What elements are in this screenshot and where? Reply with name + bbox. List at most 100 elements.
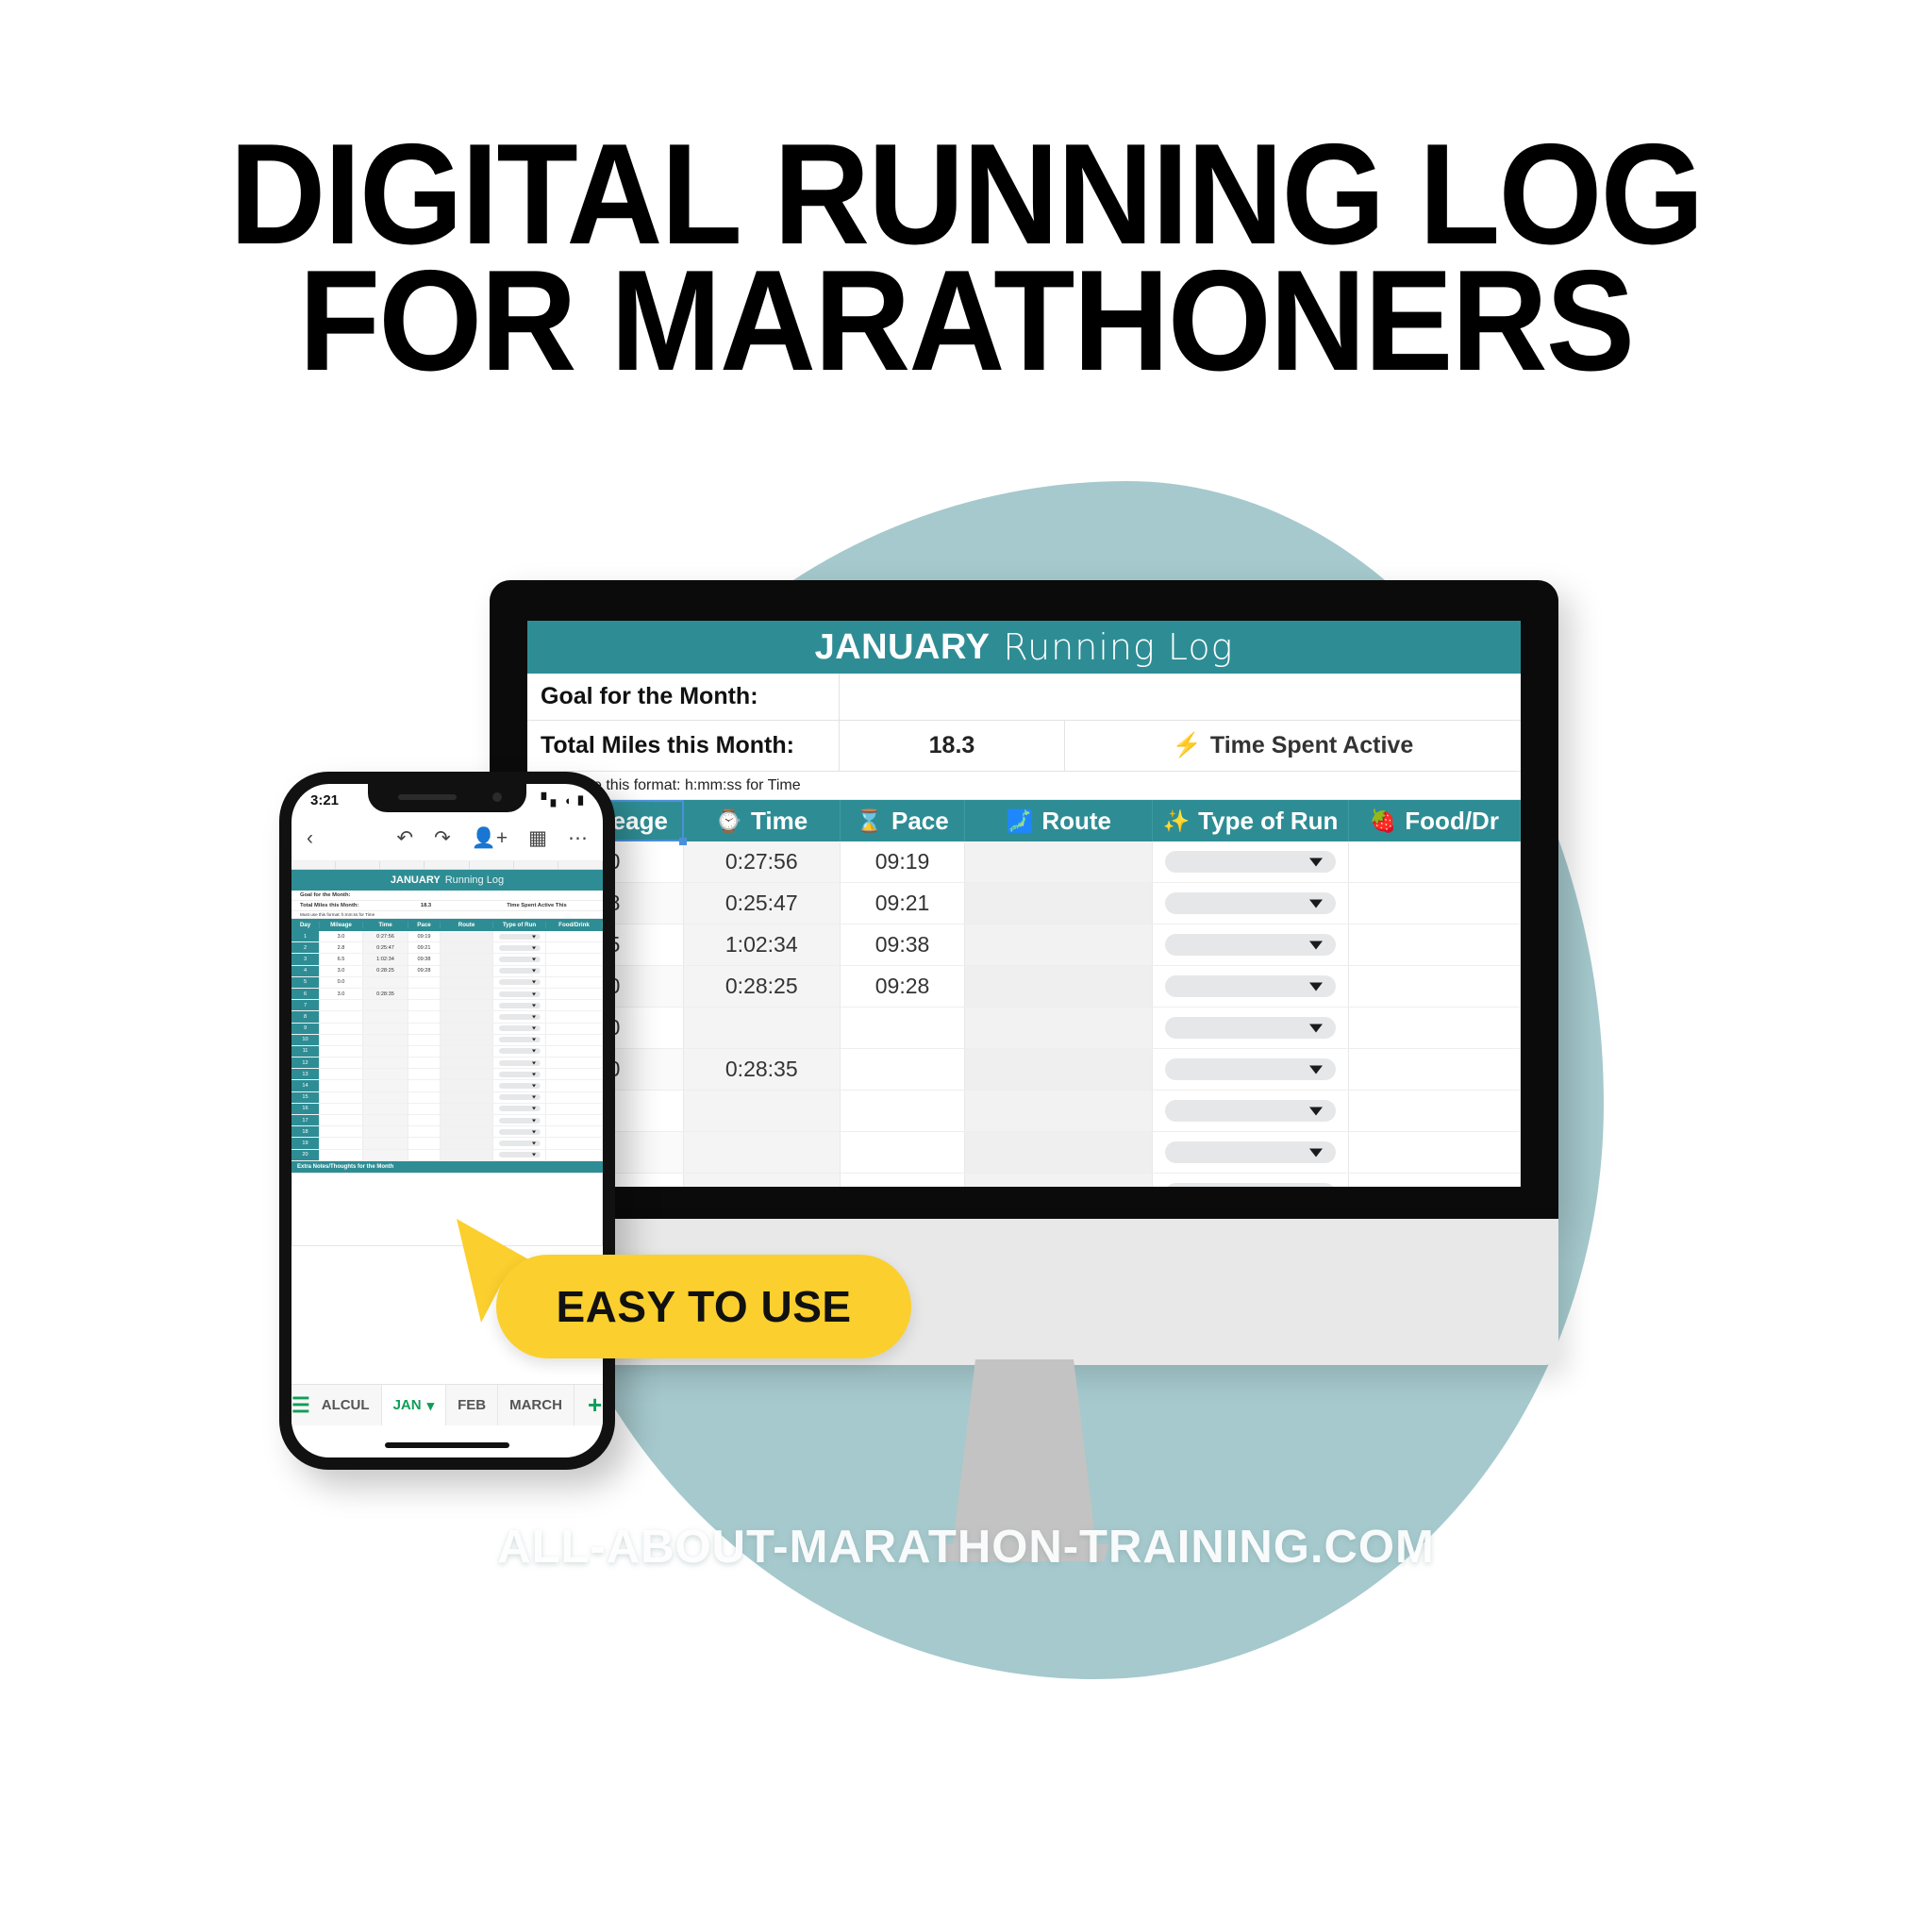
phone-cell-type[interactable] <box>493 942 546 954</box>
cell-food-drink[interactable] <box>1348 924 1521 965</box>
phone-cell-type[interactable] <box>493 988 546 1000</box>
cell-pace[interactable] <box>840 1091 966 1131</box>
type-of-run-dropdown[interactable] <box>1164 934 1337 956</box>
sheet-tab-jan[interactable]: JAN ▾ <box>381 1385 447 1425</box>
phone-cell-pace[interactable] <box>408 1091 441 1103</box>
table-row[interactable] <box>527 1091 1521 1132</box>
phone-type-dropdown[interactable] <box>498 1013 541 1020</box>
sheet-tab-feb[interactable]: FEB <box>446 1385 499 1425</box>
phone-cell-type[interactable] <box>493 1149 546 1160</box>
cell-route[interactable] <box>965 1174 1154 1187</box>
phone-table-row[interactable]: 20 <box>291 1149 603 1161</box>
phone-cell-route[interactable] <box>441 976 493 988</box>
phone-cell-mileage[interactable] <box>320 1091 363 1103</box>
sheet-tab-calculator[interactable]: ALCUL <box>310 1385 382 1425</box>
phone-cell-mileage[interactable] <box>320 1058 363 1069</box>
phone-table-row[interactable]: 9 <box>291 1023 603 1035</box>
phone-cell-food[interactable] <box>546 1011 603 1023</box>
phone-cell-type[interactable] <box>493 965 546 976</box>
table-row[interactable]: 3.00:27:5609:19 <box>527 841 1521 883</box>
phone-cell-food[interactable] <box>546 1103 603 1114</box>
phone-cell-pace[interactable] <box>408 1058 441 1069</box>
phone-cell-pace[interactable] <box>408 1023 441 1034</box>
phone-table-row[interactable]: 6 3.0 0:28:35 <box>291 988 603 1001</box>
phone-cell-time[interactable] <box>363 1126 408 1138</box>
table-row[interactable] <box>527 1174 1521 1187</box>
phone-cell-pace[interactable]: 09:38 <box>408 954 441 965</box>
phone-table-row[interactable]: 16 <box>291 1103 603 1115</box>
phone-cell-type[interactable] <box>493 954 546 965</box>
column-header-pace[interactable]: ⌛ Pace <box>841 800 966 841</box>
phone-cell-food[interactable] <box>546 1115 603 1126</box>
phone-cell-mileage[interactable] <box>320 1080 363 1091</box>
phone-type-dropdown[interactable] <box>498 1106 541 1112</box>
phone-cell-mileage[interactable] <box>320 1115 363 1126</box>
total-miles-value[interactable]: 18.3 <box>839 721 1065 771</box>
cell-pace[interactable]: 09:38 <box>840 924 966 965</box>
phone-cell-type[interactable] <box>493 931 546 942</box>
type-of-run-dropdown[interactable] <box>1164 892 1337 914</box>
phone-cell-mileage[interactable]: 6.5 <box>320 954 363 965</box>
phone-cell-food[interactable] <box>546 1091 603 1103</box>
phone-cell-time[interactable]: 0:27:56 <box>363 931 408 942</box>
phone-type-dropdown[interactable] <box>498 1140 541 1146</box>
phone-cell-type[interactable] <box>493 1115 546 1126</box>
cell-type-of-run[interactable] <box>1153 841 1349 882</box>
cell-pace[interactable] <box>840 1174 966 1187</box>
phone-cell-time[interactable] <box>363 1000 408 1011</box>
table-row[interactable]: 2.80:25:4709:21 <box>527 883 1521 924</box>
phone-cell-route[interactable] <box>441 1103 493 1114</box>
phone-cell-food[interactable] <box>546 1034 603 1045</box>
phone-type-dropdown[interactable] <box>498 1128 541 1135</box>
phone-cell-pace[interactable] <box>408 1115 441 1126</box>
cell-pace[interactable]: 09:28 <box>840 966 966 1007</box>
cell-food-drink[interactable] <box>1348 883 1521 924</box>
cell-type-of-run[interactable] <box>1153 1091 1349 1131</box>
phone-cell-time[interactable] <box>363 1080 408 1091</box>
phone-table-row[interactable]: 18 <box>291 1126 603 1139</box>
phone-cell-route[interactable] <box>441 1000 493 1011</box>
phone-cell-type[interactable] <box>493 1023 546 1034</box>
phone-cell-pace[interactable] <box>408 1011 441 1023</box>
phone-type-dropdown[interactable] <box>498 968 541 974</box>
phone-cell-food[interactable] <box>546 1149 603 1160</box>
back-icon[interactable]: ‹ <box>307 827 313 850</box>
phone-cell-type[interactable] <box>493 1103 546 1114</box>
cell-time[interactable] <box>683 1091 841 1131</box>
phone-cell-food[interactable] <box>546 1000 603 1011</box>
cell-time[interactable]: 0:25:47 <box>683 883 841 924</box>
phone-cell-food[interactable] <box>546 988 603 1000</box>
phone-cell-route[interactable] <box>441 988 493 1000</box>
phone-cell-time[interactable] <box>363 1103 408 1114</box>
phone-type-dropdown[interactable] <box>498 1048 541 1055</box>
phone-cell-food[interactable] <box>546 965 603 976</box>
sheet-tab-march[interactable]: MARCH <box>498 1385 575 1425</box>
phone-cell-time[interactable]: 1:02:34 <box>363 954 408 965</box>
phone-cell-route[interactable] <box>441 965 493 976</box>
type-of-run-dropdown[interactable] <box>1164 1141 1337 1163</box>
phone-cell-route[interactable] <box>441 931 493 942</box>
phone-cell-time[interactable]: 0:25:47 <box>363 942 408 954</box>
phone-table-row[interactable]: 13 <box>291 1069 603 1081</box>
phone-table-row[interactable]: 11 <box>291 1045 603 1058</box>
phone-cell-pace[interactable] <box>408 1149 441 1160</box>
redo-icon[interactable]: ↷ <box>434 826 451 850</box>
phone-cell-time[interactable] <box>363 1045 408 1058</box>
phone-cell-food[interactable] <box>546 1080 603 1091</box>
phone-table-row[interactable]: 8 <box>291 1011 603 1024</box>
phone-cell-pace[interactable] <box>408 1103 441 1114</box>
phone-table-row[interactable]: 4 3.0 0:28:25 09:28 <box>291 965 603 977</box>
table-row[interactable]: 3.00:28:35 <box>527 1049 1521 1091</box>
phone-table-row[interactable]: 17 <box>291 1115 603 1127</box>
phone-cell-mileage[interactable]: 3.0 <box>320 965 363 976</box>
phone-cell-food[interactable] <box>546 1023 603 1034</box>
cell-pace[interactable] <box>840 1008 966 1048</box>
phone-cell-mileage[interactable] <box>320 1069 363 1080</box>
phone-cell-pace[interactable] <box>408 1069 441 1080</box>
phone-cell-food[interactable] <box>546 1138 603 1149</box>
phone-table-row[interactable]: 14 <box>291 1080 603 1092</box>
more-options-icon[interactable]: ⋯ <box>568 826 588 850</box>
phone-cell-route[interactable] <box>441 1011 493 1023</box>
comment-icon[interactable]: ▦ <box>528 826 547 850</box>
cell-type-of-run[interactable] <box>1153 924 1349 965</box>
